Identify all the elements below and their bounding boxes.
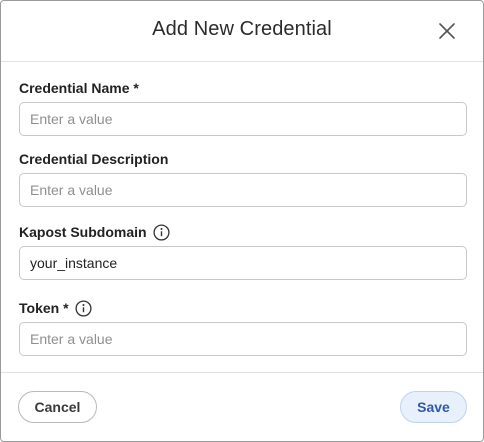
token-label-text: Token *	[19, 300, 69, 316]
credential-name-label-text: Credential Name *	[19, 80, 139, 96]
info-icon[interactable]	[153, 223, 170, 241]
save-button[interactable]: Save	[400, 391, 467, 423]
token-field: Token *	[19, 298, 467, 356]
add-credential-dialog: Add New Credential Credential Name * Cre…	[0, 0, 484, 442]
dialog-footer: Cancel Save	[1, 372, 483, 442]
cancel-button[interactable]: Cancel	[18, 391, 97, 423]
dialog-header: Add New Credential	[1, 1, 483, 62]
credential-name-label: Credential Name *	[19, 78, 467, 98]
dialog-title: Add New Credential	[152, 18, 332, 40]
kapost-subdomain-label: Kapost Subdomain	[19, 222, 467, 242]
credential-name-field: Credential Name *	[19, 78, 467, 136]
credential-description-label: Credential Description	[19, 149, 467, 169]
info-icon[interactable]	[74, 299, 92, 317]
token-input[interactable]	[19, 322, 467, 356]
credential-description-input[interactable]	[19, 173, 467, 207]
kapost-subdomain-field: Kapost Subdomain	[19, 222, 467, 280]
credential-name-input[interactable]	[19, 102, 467, 136]
kapost-subdomain-label-text: Kapost Subdomain	[19, 224, 147, 240]
kapost-subdomain-input[interactable]	[19, 246, 467, 280]
token-label: Token *	[19, 298, 467, 318]
credential-description-label-text: Credential Description	[19, 151, 169, 167]
close-button[interactable]	[437, 21, 457, 41]
credential-description-field: Credential Description	[19, 149, 467, 207]
close-icon	[439, 23, 455, 39]
